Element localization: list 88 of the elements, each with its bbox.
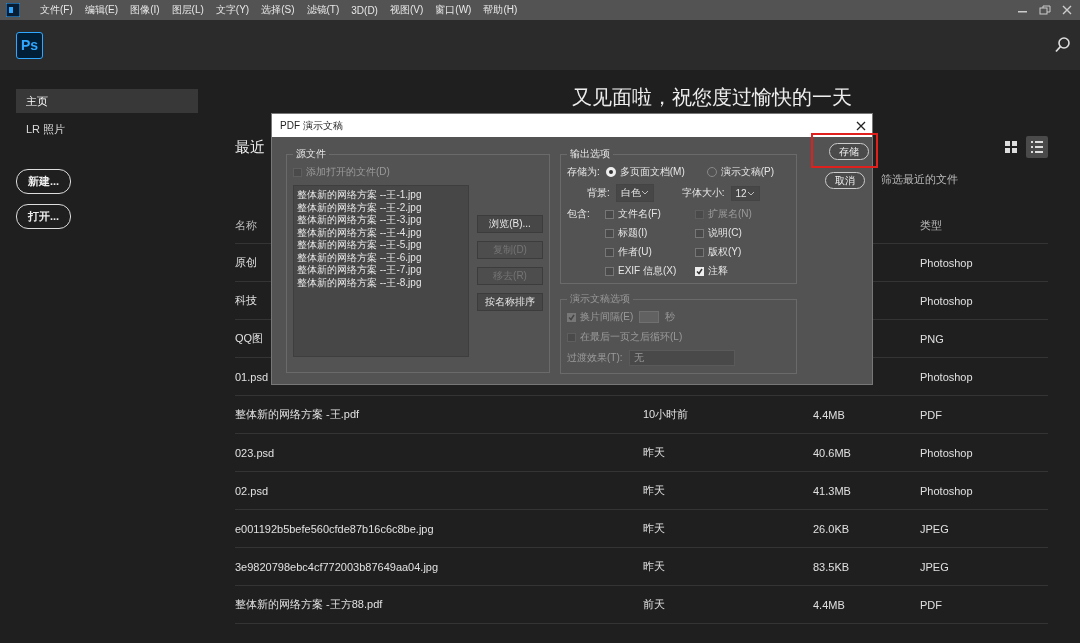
radio-label: 多页面文档(M) [619,165,685,179]
field-label: 存储为: [567,165,600,179]
unit-label: 秒 [665,310,676,324]
sidebar-button[interactable]: 打开... [16,204,71,229]
sidebar-item[interactable]: 主页 [16,89,198,113]
filter-label[interactable]: 筛选最近的文件 [881,172,958,186]
greeting-text: 又见面啦，祝您度过愉快的一天 [571,85,852,110]
table-cell: 昨天 [643,445,665,460]
table-cell: 昨天 [643,521,665,536]
radio-label: 演示文稿(P) [720,165,775,179]
menu-item[interactable]: 文字(Y) [209,3,256,17]
table-cell: 10小时前 [643,407,689,422]
checkbox-label: EXIF 信息(X) [618,264,677,278]
sidebar-item[interactable]: LR 照片 [16,117,198,141]
field-label: 背景: [587,186,610,200]
table-cell: Photoshop [920,370,973,383]
checkbox-label: 扩展名(N) [708,207,752,221]
menu-item[interactable]: 图层(L) [165,3,210,17]
dialog-title: PDF 演示文稿 [280,118,343,133]
file-list-item[interactable]: 整体新的网络方案 --王-8.jpg [297,276,465,289]
table-cell: JPEG [920,560,949,573]
sidebar-button[interactable]: 新建... [16,169,71,194]
menu-item[interactable]: 窗口(W) [429,3,478,17]
table-cell: 原创 [235,255,257,270]
column-header: 名称 [235,218,257,233]
file-list-item[interactable]: 整体新的网络方案 --王-6.jpg [297,251,465,264]
table-cell: 前天 [643,597,665,612]
table-cell: 41.3MB [813,484,851,497]
file-list-item[interactable]: 整体新的网络方案 --王-5.jpg [297,239,465,252]
table-cell: 3e9820798ebc4cf772003b87649aa04.jpg [235,560,439,573]
table-cell: 26.0KB [813,522,850,535]
dialog-button[interactable]: 存储 [829,143,870,160]
table-cell: 023.psd [235,446,275,459]
dropdown[interactable]: 12 [730,185,760,201]
table-cell: 01.psd [235,370,269,383]
menu-item[interactable]: 3D(D) [345,4,384,16]
table-cell: Photoshop [920,446,973,459]
field-label: 过渡效果(T): [567,351,623,365]
table-cell: 02.psd [235,484,269,497]
dialog-button[interactable]: 按名称排序 [477,293,543,311]
menu-item[interactable]: 编辑(E) [78,3,125,17]
group-title: 输出选项 [569,147,611,161]
file-list-item[interactable]: 整体新的网络方案 --王-7.jpg [297,264,465,277]
dropdown[interactable]: 白色 [615,184,654,202]
group-title: 源文件 [295,147,327,161]
file-list-item[interactable]: 整体新的网络方案 --王-2.jpg [297,201,465,214]
file-list-item[interactable]: 整体新的网络方案 --王-3.jpg [297,214,465,227]
table-cell: PDF [920,408,942,421]
table-cell: PDF [920,598,942,611]
app-logo: Ps [16,31,43,59]
file-list-item[interactable]: 整体新的网络方案 --王-1.jpg [297,189,465,202]
file-list-item[interactable]: 整体新的网络方案 --王-4.jpg [297,226,465,239]
table-cell: Photoshop [920,484,973,497]
field-label: 包含: [567,207,591,221]
group-title: 演示文稿选项 [569,292,631,306]
menu-item[interactable]: 图像(I) [124,3,166,17]
table-cell: 整体新的网络方案 -王方88.pdf [235,597,383,612]
dialog-button[interactable]: 取消 [824,172,865,189]
dialog-button[interactable]: 浏览(B)... [477,215,543,233]
table-cell: 4.4MB [813,408,845,421]
checkbox-label: 版权(Y) [708,245,742,259]
checkbox-label: 文件名(F) [618,207,661,221]
column-header: 类型 [920,218,942,233]
table-cell: 83.5KB [813,560,850,573]
section-title: 最近 [235,137,265,157]
checkbox-label: 说明(C) [708,226,742,240]
table-cell: Photoshop [920,294,973,307]
checkbox-label: 添加打开的文件(D) [306,165,390,179]
field-label: 字体大小: [681,186,725,200]
menu-item[interactable]: 选择(S) [255,3,301,17]
menu-item[interactable]: 帮助(H) [477,3,524,17]
table-cell: Photoshop [920,256,973,269]
table-cell: 整体新的网络方案 -王.pdf [235,407,360,422]
table-cell: 昨天 [643,483,665,498]
menu-item[interactable]: 视图(V) [383,3,430,17]
table-cell: 4.4MB [813,598,845,611]
table-cell: 科技 [235,293,257,308]
table-cell: 40.6MB [813,446,851,459]
table-cell: JPEG [920,522,949,535]
table-cell: PNG [920,332,944,345]
checkbox-label: 作者(U) [618,245,652,259]
checkbox-label: 注释 [708,264,728,278]
menu-item[interactable]: 文件(F) [34,3,79,17]
menu-item[interactable]: 滤镜(T) [300,3,346,17]
table-cell: QQ图 [235,331,264,346]
table-cell: e001192b5befe560cfde87b16c6c8be.jpg [235,522,434,535]
checkbox-label: 标题(I) [618,226,648,240]
table-cell: 昨天 [643,559,665,574]
